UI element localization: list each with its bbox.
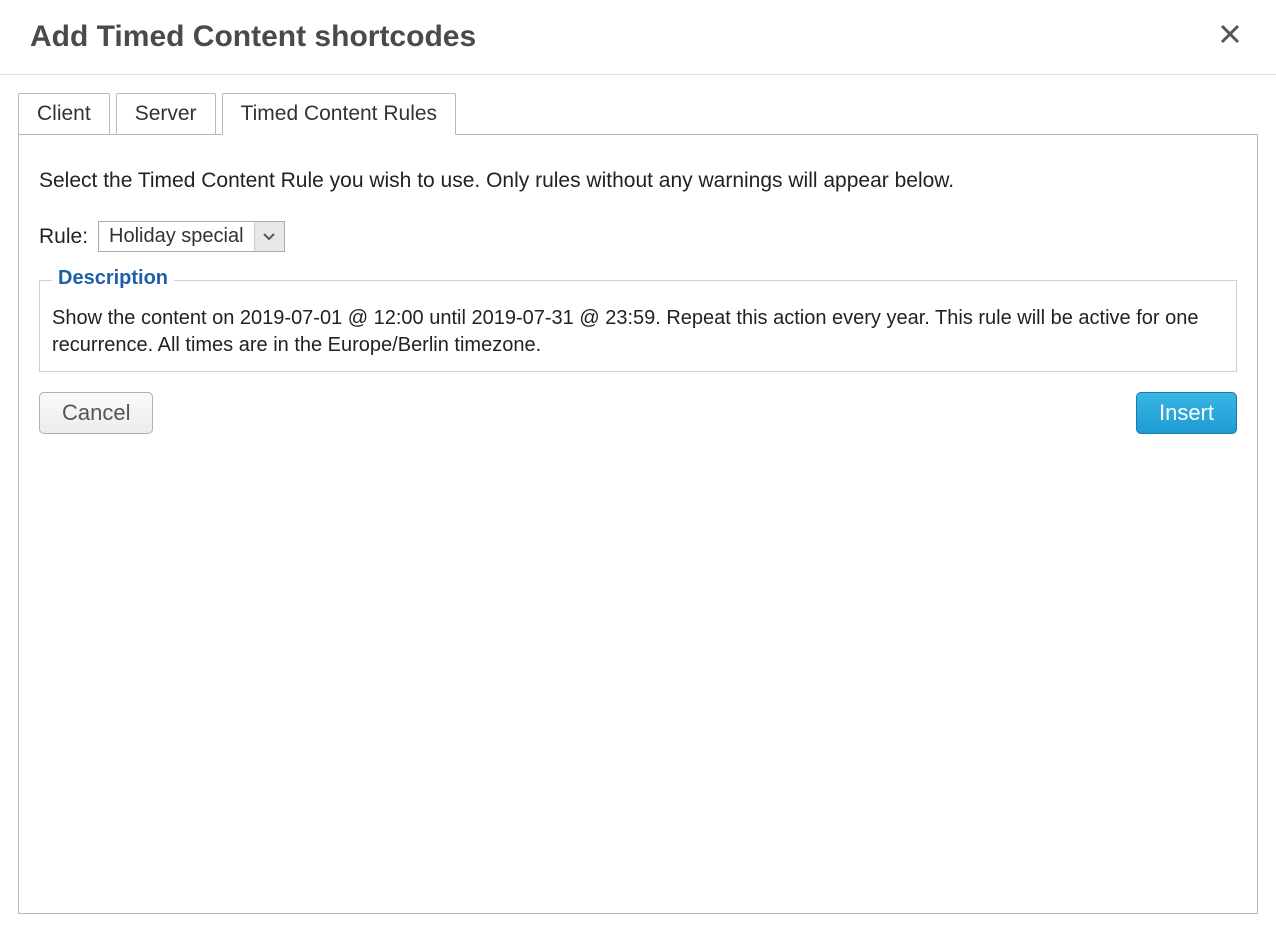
rule-row: Rule: Holiday special — [39, 221, 1237, 252]
button-row: Cancel Insert — [39, 392, 1237, 434]
dialog: Add Timed Content shortcodes Client Serv… — [0, 0, 1276, 910]
close-icon[interactable] — [1214, 18, 1246, 56]
tab-panel: Select the Timed Content Rule you wish t… — [18, 134, 1258, 914]
tab-client[interactable]: Client — [18, 93, 110, 135]
insert-button[interactable]: Insert — [1136, 392, 1237, 434]
dialog-header: Add Timed Content shortcodes — [0, 0, 1276, 75]
description-fieldset: Description Show the content on 2019-07-… — [39, 280, 1237, 372]
instruction-text: Select the Timed Content Rule you wish t… — [39, 169, 1237, 193]
tab-bar: Client Server Timed Content Rules — [18, 93, 1258, 135]
tab-timed-content-rules[interactable]: Timed Content Rules — [222, 93, 456, 135]
rule-select[interactable]: Holiday special — [98, 221, 285, 252]
rule-select-value: Holiday special — [99, 222, 254, 251]
chevron-down-icon — [254, 222, 284, 251]
dialog-body: Client Server Timed Content Rules Select… — [0, 75, 1276, 932]
dialog-title: Add Timed Content shortcodes — [30, 20, 476, 54]
cancel-button[interactable]: Cancel — [39, 392, 153, 434]
description-legend: Description — [52, 267, 174, 290]
tab-server[interactable]: Server — [116, 93, 216, 135]
description-text: Show the content on 2019-07-01 @ 12:00 u… — [52, 305, 1224, 359]
rule-label: Rule: — [39, 225, 88, 249]
